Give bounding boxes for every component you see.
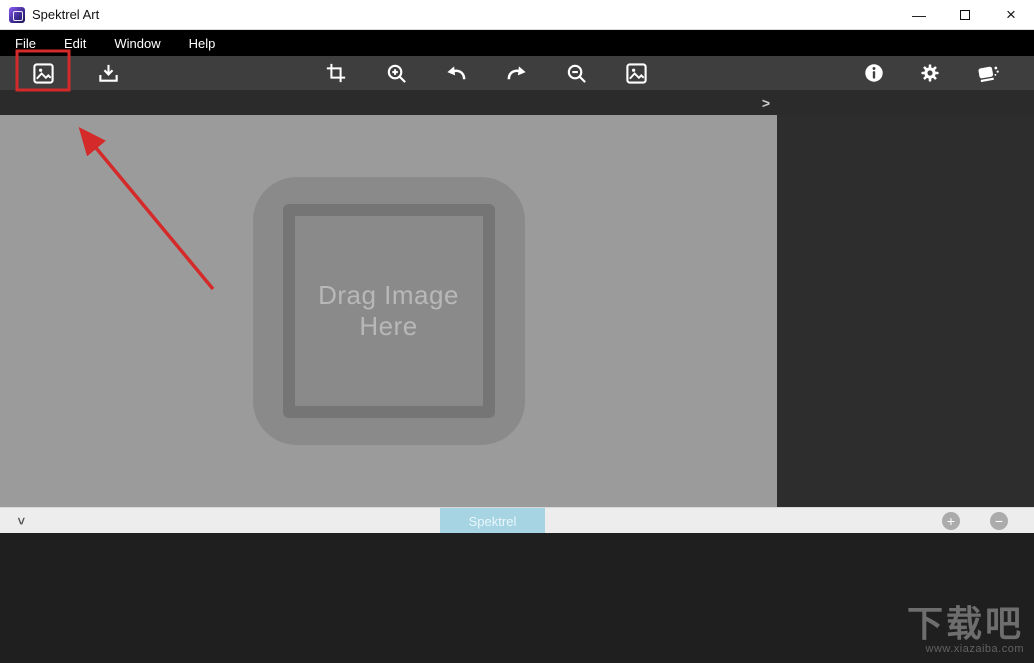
menu-bar: File Edit Window Help bbox=[0, 30, 1034, 56]
window-title: Spektrel Art bbox=[32, 7, 100, 22]
app-logo-icon bbox=[9, 6, 25, 23]
toolbar-center-group bbox=[323, 56, 649, 90]
close-button[interactable]: × bbox=[988, 0, 1034, 29]
info-icon bbox=[865, 64, 883, 82]
open-image-button[interactable] bbox=[30, 60, 56, 86]
watermark-title: 下载吧 bbox=[906, 603, 1024, 645]
insert-image-icon bbox=[625, 62, 647, 84]
minimize-button[interactable]: — bbox=[896, 0, 942, 29]
import-image-button[interactable] bbox=[95, 60, 121, 86]
redo-arrow-icon bbox=[507, 65, 526, 79]
collapse-timeline-chevron-icon[interactable]: > bbox=[9, 511, 35, 531]
title-bar: Spektrel Art — × bbox=[0, 0, 1034, 30]
dropzone-label: Drag Image Here bbox=[318, 280, 459, 341]
toolbar-right-group bbox=[861, 56, 1003, 90]
bottom-panel: 下载吧 www.xiazaiba.com bbox=[0, 533, 1034, 663]
watermark-url: www.xiazaiba.com bbox=[925, 643, 1024, 655]
menu-edit[interactable]: Edit bbox=[50, 30, 100, 56]
zoom-out-button[interactable] bbox=[563, 60, 589, 86]
timeline-zoom-in-button[interactable]: + bbox=[942, 512, 960, 530]
stamp-icon bbox=[977, 66, 999, 83]
crop-button[interactable] bbox=[323, 60, 349, 86]
menu-window[interactable]: Window bbox=[100, 30, 174, 56]
maximize-icon bbox=[960, 9, 970, 20]
watermark: 下载吧 www.xiazaiba.com bbox=[907, 605, 1024, 655]
timeline-bar: > Spektrel + − bbox=[0, 507, 1034, 534]
panel-strip: > bbox=[0, 90, 1034, 115]
open-image-icon bbox=[32, 62, 54, 84]
undo-arrow-icon bbox=[446, 65, 465, 79]
dropzone-frame: Drag Image Here bbox=[282, 204, 495, 418]
menu-help[interactable]: Help bbox=[175, 30, 230, 56]
toolbar bbox=[0, 56, 1034, 90]
insert-image-button[interactable] bbox=[623, 60, 649, 86]
image-dropzone[interactable]: Drag Image Here bbox=[252, 177, 525, 445]
timeline-layer-spektrel[interactable]: Spektrel bbox=[440, 508, 545, 534]
crop-icon bbox=[326, 63, 346, 83]
redo-button[interactable] bbox=[503, 60, 529, 86]
menu-file[interactable]: File bbox=[0, 30, 50, 56]
canvas-area[interactable]: Drag Image Here bbox=[0, 115, 777, 507]
stamp-button[interactable] bbox=[973, 60, 1003, 86]
undo-button[interactable] bbox=[443, 60, 469, 86]
dropzone-label-line1: Drag Image bbox=[318, 280, 459, 311]
zoom-out-icon bbox=[567, 64, 586, 83]
maximize-button[interactable] bbox=[942, 0, 988, 29]
zoom-in-icon bbox=[387, 64, 406, 83]
toolbar-left-group bbox=[30, 56, 121, 90]
settings-button[interactable] bbox=[917, 60, 943, 86]
expand-panel-chevron-icon[interactable]: > bbox=[755, 90, 777, 115]
gear-icon bbox=[921, 64, 939, 82]
info-button[interactable] bbox=[861, 60, 887, 86]
timeline-zoom-out-button[interactable]: − bbox=[990, 512, 1008, 530]
dropzone-label-line2: Here bbox=[359, 311, 418, 341]
window-controls: — × bbox=[896, 0, 1034, 29]
zoom-in-button[interactable] bbox=[383, 60, 409, 86]
import-image-icon bbox=[98, 64, 118, 82]
right-side-panel bbox=[777, 115, 1034, 507]
